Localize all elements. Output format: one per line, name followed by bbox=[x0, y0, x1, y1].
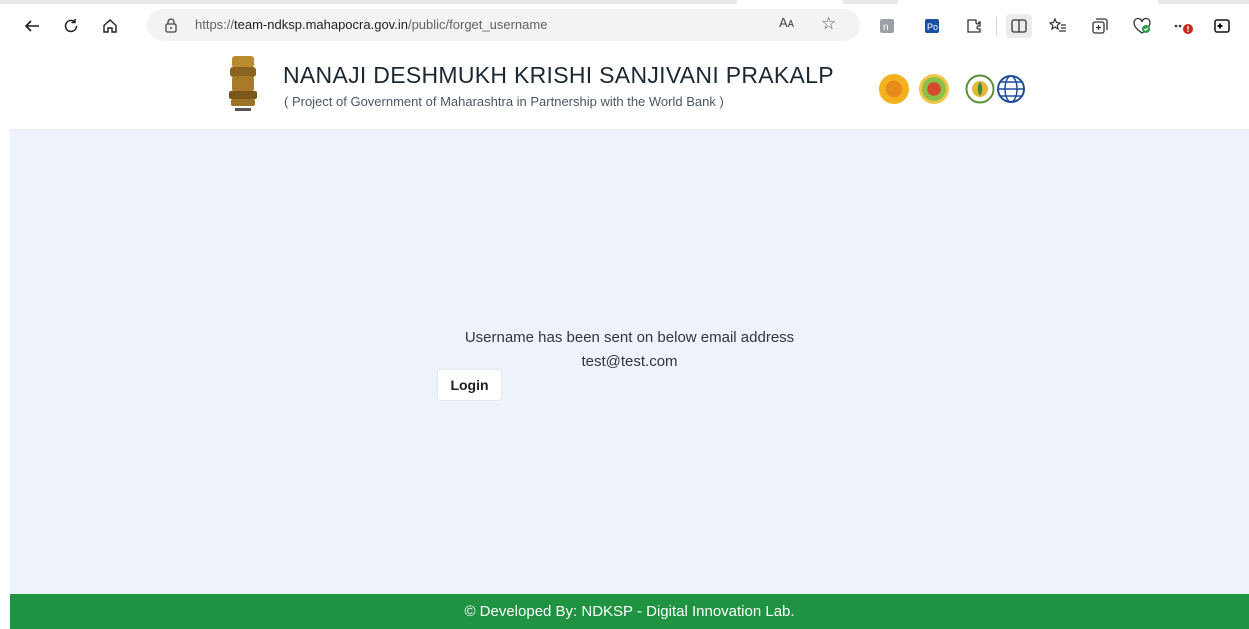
url-host: team-ndksp.mahapocra.gov.in bbox=[234, 17, 408, 32]
back-arrow-icon[interactable] bbox=[20, 14, 44, 38]
login-button[interactable]: Login bbox=[437, 369, 502, 401]
split-screen-icon[interactable] bbox=[1006, 14, 1032, 38]
page-subtitle: ( Project of Government of Maharashtra i… bbox=[284, 94, 724, 109]
url-text[interactable]: https://team-ndksp.mahapocra.gov.in/publ… bbox=[195, 17, 547, 32]
maharashtra-seal-icon bbox=[879, 74, 909, 104]
project-logo-icon bbox=[965, 74, 995, 104]
world-bank-globe-icon bbox=[997, 75, 1025, 103]
national-emblem-icon bbox=[229, 56, 257, 111]
active-tab-edge bbox=[737, 0, 843, 4]
sidebar-icon[interactable] bbox=[1210, 14, 1234, 38]
tab-strip-edge bbox=[0, 0, 1249, 4]
browser-essentials-icon[interactable] bbox=[1130, 14, 1154, 38]
page-title: NANAJI DESHMUKH KRISHI SANJIVANI PRAKALP bbox=[283, 62, 834, 88]
read-aloud-icon[interactable]: Aᴀ bbox=[779, 15, 794, 30]
confirmation-message: Username has been sent on below email ad… bbox=[464, 329, 795, 346]
toolbar-separator bbox=[996, 17, 997, 35]
refresh-icon[interactable] bbox=[59, 14, 83, 38]
email-address: test@test.com bbox=[581, 353, 678, 370]
tab-edge bbox=[898, 0, 1158, 4]
extensions-puzzle-icon[interactable] bbox=[962, 14, 986, 38]
main-content: Username has been sent on below email ad… bbox=[10, 130, 1249, 594]
favorites-icon[interactable] bbox=[1046, 14, 1070, 38]
favorite-star-icon[interactable]: ☆ bbox=[821, 14, 836, 34]
lock-icon[interactable] bbox=[164, 17, 178, 38]
extension-icon[interactable]: Po bbox=[920, 14, 944, 38]
svg-text:Po: Po bbox=[927, 22, 938, 32]
browser-toolbar: https://team-ndksp.mahapocra.gov.in/publ… bbox=[0, 0, 1249, 52]
extension-icon[interactable]: n bbox=[875, 14, 899, 38]
more-menu-icon[interactable] bbox=[1172, 14, 1196, 38]
svg-text:n: n bbox=[883, 22, 889, 33]
agriculture-seal-icon bbox=[919, 74, 949, 104]
address-bar[interactable]: https://team-ndksp.mahapocra.gov.in/publ… bbox=[147, 9, 860, 41]
url-prefix: https:// bbox=[195, 17, 235, 32]
home-icon[interactable] bbox=[98, 14, 122, 38]
site-header: NANAJI DESHMUKH KRISHI SANJIVANI PRAKALP… bbox=[10, 54, 1249, 130]
footer: © Developed By: NDKSP - Digital Innovati… bbox=[10, 594, 1249, 629]
footer-credit: © Developed By: NDKSP - Digital Innovati… bbox=[464, 603, 795, 620]
url-path: /public/forget_username bbox=[407, 17, 548, 32]
collections-icon[interactable] bbox=[1088, 14, 1112, 38]
